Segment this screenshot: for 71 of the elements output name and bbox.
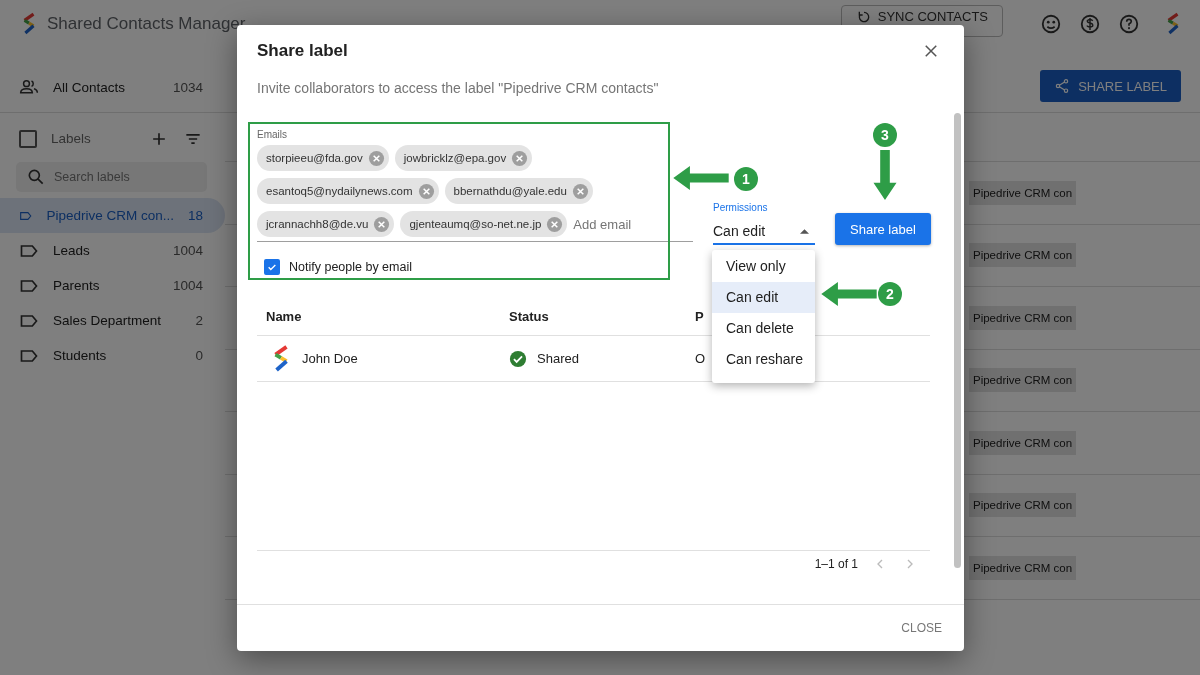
help-icon[interactable]: [1118, 13, 1140, 35]
checkbox-label: Notify people by email: [289, 260, 412, 274]
email-chip[interactable]: esantoq5@nydailynews.com: [257, 178, 439, 204]
email-chip[interactable]: jowbricklz@epa.gov: [394, 145, 533, 171]
label-name: Students: [53, 348, 108, 363]
status-text: Shared: [537, 351, 579, 366]
share-icon: [1054, 78, 1071, 94]
notify-checkbox[interactable]: [264, 259, 280, 275]
labels-heading: Labels: [51, 131, 92, 146]
label-item[interactable]: Sales Department 2: [0, 303, 225, 338]
field-label: Emails: [257, 129, 288, 140]
column-header: Name: [265, 308, 303, 324]
label-count: 0: [195, 348, 203, 363]
contact-count: 1034: [172, 79, 203, 95]
menu-option[interactable]: Can reshare: [712, 344, 815, 375]
callout-arrow: [673, 166, 729, 190]
callout-arrow: [873, 150, 897, 200]
dialog-subtitle: Invite collaborators to access the label "Pipedrive CRM contacts": [256, 80, 660, 96]
label-name: Parents: [53, 278, 101, 293]
column-header: Status: [508, 308, 550, 324]
label-chip: Pipedrive CRM con: [969, 243, 1077, 268]
check-circle-icon: [509, 349, 527, 368]
email-chip[interactable]: bbernathdu@yale.edu: [444, 178, 593, 204]
label-item[interactable]: Students 0: [0, 338, 225, 373]
search-field[interactable]: Search labels: [16, 162, 207, 192]
dollar-icon[interactable]: [1079, 13, 1101, 35]
scrollbar-thumb[interactable]: [953, 113, 961, 568]
dialog-title: Share label: [257, 41, 348, 61]
label-name: Leads: [53, 243, 91, 258]
remove-icon[interactable]: [417, 182, 435, 200]
remove-icon[interactable]: [511, 149, 529, 167]
label-name: Pipedrive CRM con...: [46, 208, 174, 223]
label-count: 1004: [172, 278, 203, 293]
field-label: Permissions: [713, 202, 769, 213]
email-chip[interactable]: storpieeu@fda.gov: [257, 145, 389, 171]
remove-icon[interactable]: [546, 215, 564, 233]
pagination-text: 1–1 of 1: [814, 557, 858, 571]
email-chip[interactable]: gjenteaumq@so-net.ne.jp: [400, 211, 568, 237]
nav-item-label[interactable]: All Contacts: [53, 79, 159, 95]
close-icon[interactable]: [922, 42, 940, 60]
label-chip: Pipedrive CRM con: [969, 430, 1077, 455]
label-chip: Pipedrive CRM con: [969, 305, 1077, 330]
label-item[interactable]: Parents 1004: [0, 268, 225, 303]
email-chip[interactable]: jcrannachh8@de.vu: [257, 211, 395, 237]
menu-option[interactable]: Can delete: [712, 313, 815, 344]
search-icon: [26, 167, 46, 187]
label-chip: Pipedrive CRM con: [969, 555, 1077, 580]
menu-option[interactable]: View only: [712, 251, 815, 282]
caret-icon: [800, 228, 809, 234]
contact-name: John Doe: [302, 351, 358, 366]
label-chip: Pipedrive CRM con: [969, 180, 1077, 205]
label-count: 2: [195, 313, 203, 328]
label-chip: Pipedrive CRM con: [969, 493, 1077, 518]
select-all-checkbox[interactable]: [19, 129, 37, 148]
label-item[interactable]: Leads 1004: [0, 233, 225, 268]
label-count: 18: [187, 208, 203, 223]
label-name: Sales Department: [53, 313, 163, 328]
menu-option[interactable]: Can edit: [712, 282, 815, 313]
people-icon: [19, 77, 39, 97]
label-count: 1004: [172, 243, 203, 258]
app-title: Shared Contacts Manager: [47, 14, 246, 34]
remove-icon[interactable]: [571, 182, 589, 200]
remove-icon[interactable]: [373, 215, 391, 233]
callout-arrow: [821, 282, 877, 306]
face-icon[interactable]: [1040, 13, 1062, 35]
table-cell-text: O: [694, 351, 706, 366]
share-label-button[interactable]: Share label: [835, 213, 931, 245]
close-button[interactable]: CLOSE: [895, 620, 948, 636]
remove-icon[interactable]: [367, 149, 385, 167]
label-chip: Pipedrive CRM con: [969, 368, 1077, 393]
column-header: P: [694, 308, 704, 324]
